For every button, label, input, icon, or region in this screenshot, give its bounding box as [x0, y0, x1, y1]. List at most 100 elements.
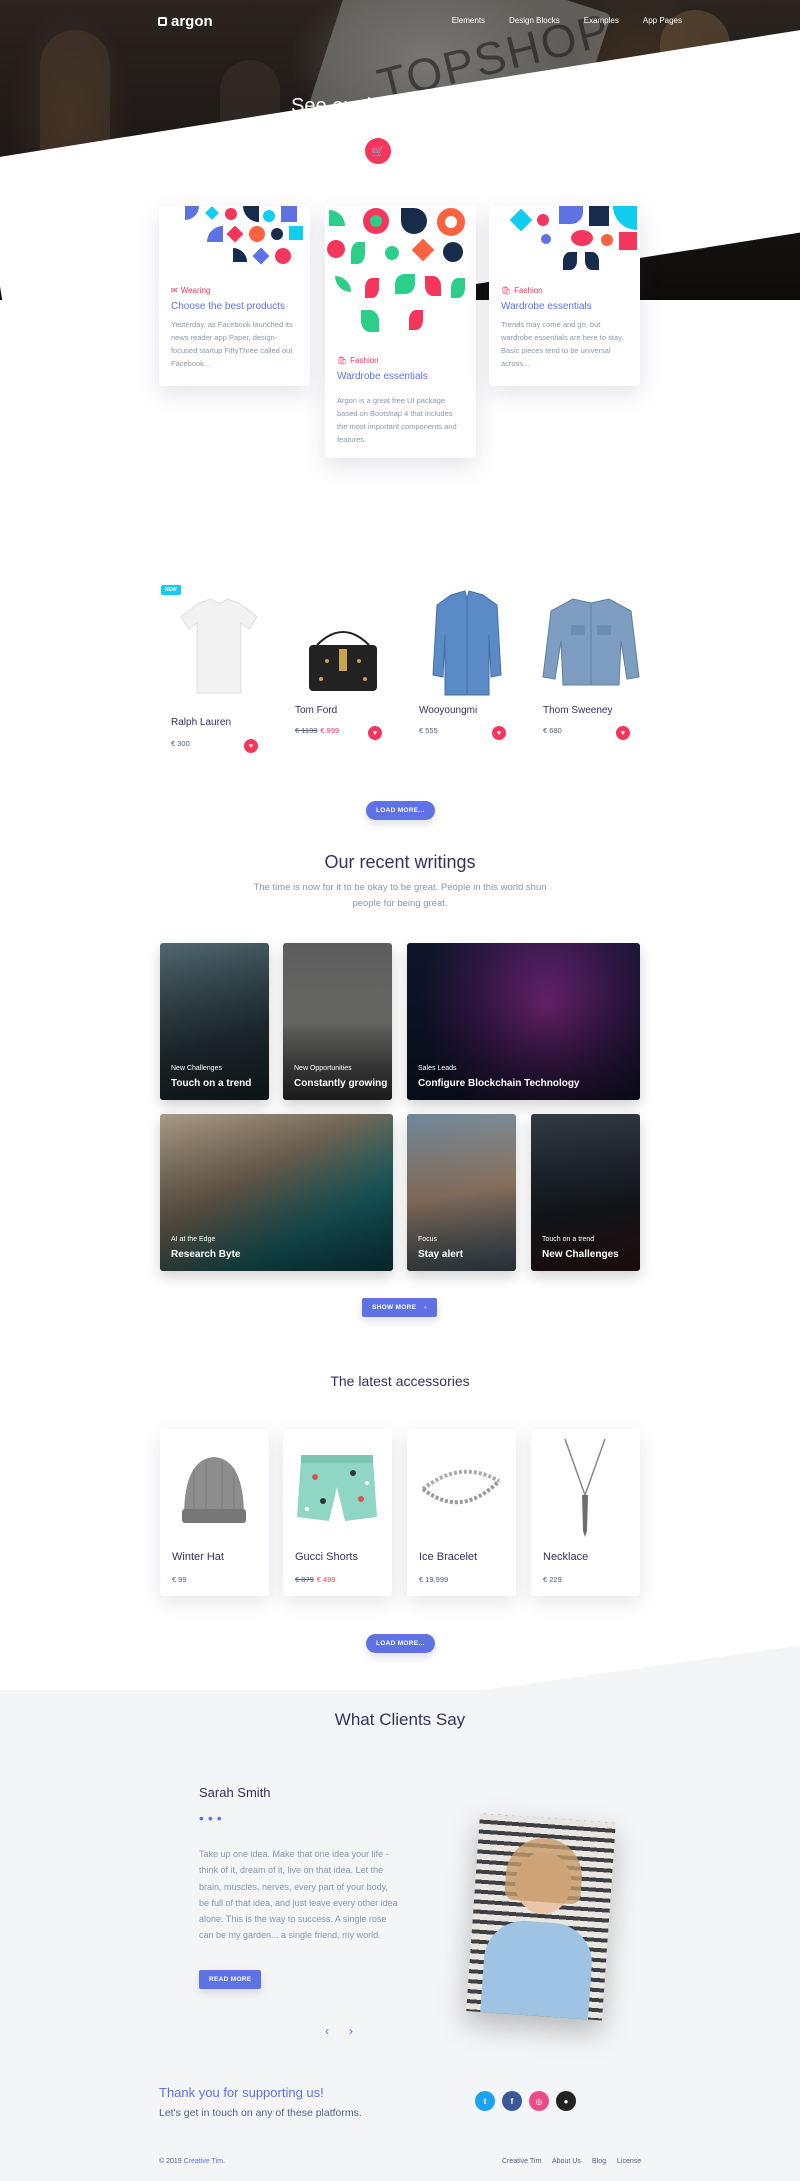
ice-bracelet-image: [421, 1469, 501, 1505]
load-more-products-button[interactable]: LOAD MORE...: [366, 801, 435, 820]
heart-icon[interactable]: ♥: [244, 739, 258, 753]
card-category: 🛍 Fashion: [337, 356, 464, 365]
card-title[interactable]: Choose the best products: [171, 301, 298, 312]
accessory-card-3[interactable]: Ice Bracelet € 19,999: [407, 1429, 516, 1596]
tile-subtitle: Sales Leads: [418, 1065, 457, 1072]
nav-link-examples[interactable]: Examples: [584, 16, 619, 25]
argon-logo-icon: [158, 17, 167, 26]
dribbble-icon[interactable]: ◎: [529, 2091, 549, 2111]
card-text: Argon is a great free UI package based o…: [337, 396, 457, 444]
copyright-text: © 2019: [159, 2158, 182, 2165]
black-handbag-image: [309, 631, 377, 691]
show-more-label: SHOW MORE: [372, 1304, 417, 1311]
hero-title: See our latest collection!: [291, 95, 509, 117]
tile-subtitle: New Challenges: [171, 1065, 222, 1072]
writings-title: Our recent writings: [324, 852, 476, 872]
accessory-name[interactable]: Winter Hat: [172, 1551, 224, 1563]
twitter-icon[interactable]: t: [475, 2091, 495, 2111]
copyright-link[interactable]: Creative Tim: [184, 2158, 223, 2165]
category-card-1[interactable]: ✉ Wearing Choose the best products Yester…: [159, 206, 310, 386]
accessory-price: € 229: [543, 1575, 562, 1584]
product-name[interactable]: Tom Ford: [295, 705, 337, 716]
footer-subtitle: Let's get in touch on any of these platf…: [159, 2107, 362, 2119]
product-price: € 999: [320, 726, 340, 735]
nav-link-elements[interactable]: Elements: [452, 16, 485, 25]
tile-subtitle: New Opportunities: [294, 1065, 352, 1072]
tile-title: Stay alert: [418, 1249, 464, 1260]
card-pattern-art: [325, 206, 476, 346]
accessory-card-4[interactable]: Necklace € 229: [531, 1429, 640, 1596]
shop-now-button[interactable]: 🛒 Shop Now!: [365, 138, 436, 164]
writings-lead: The time is now for it to be okay to be …: [253, 882, 547, 909]
load-more-accessories-button[interactable]: LOAD MORE...: [366, 1634, 435, 1653]
envelope-icon: ✉: [171, 286, 178, 295]
tile-subtitle: Focus: [418, 1236, 438, 1243]
product-old-price: € 1139: [295, 726, 318, 735]
github-icon[interactable]: ●: [556, 2091, 576, 2111]
footer-link-blog[interactable]: Blog: [592, 2158, 606, 2165]
nav-link-design-blocks[interactable]: Design Blocks: [509, 16, 560, 25]
product-name[interactable]: Thom Sweeney: [543, 705, 612, 716]
accessory-price: € 499: [316, 1575, 336, 1584]
accessory-name[interactable]: Gucci Shorts: [295, 1551, 358, 1563]
product-name[interactable]: Wooyoungmi: [419, 705, 477, 716]
product-card-2[interactable]: Tom Ford € 1139 € 999 ♥: [283, 585, 403, 745]
brand-name: argon: [171, 13, 213, 30]
product-price: € 555: [419, 726, 438, 735]
facebook-icon[interactable]: f: [502, 2091, 522, 2111]
accessory-card-2[interactable]: Gucci Shorts € 879 € 499: [283, 1429, 392, 1596]
card-category-label: Fashion: [514, 286, 543, 295]
card-title[interactable]: Wardrobe essentials: [501, 301, 628, 312]
accessory-name[interactable]: Ice Bracelet: [419, 1551, 477, 1563]
footer-link-about-us[interactable]: About Us: [552, 2158, 581, 2165]
writing-tile-3[interactable]: Sales Leads Configure Blockchain Technol…: [407, 943, 640, 1100]
tile-title: Touch on a trend: [171, 1078, 252, 1089]
category-card-2[interactable]: 🛍 Fashion Wardrobe essentials Argon is a …: [325, 206, 476, 458]
product-name[interactable]: Ralph Lauren: [171, 717, 231, 728]
product-card-4[interactable]: Thom Sweeney € 680 ♥: [531, 585, 651, 745]
winter-hat-image: [182, 1457, 246, 1523]
card-pattern-art: [159, 206, 310, 276]
writing-tile-4[interactable]: AI at the Edge Research Byte: [160, 1114, 393, 1271]
heart-icon[interactable]: ♥: [616, 726, 630, 740]
card-text: Trends may come and go, but wardrobe ess…: [501, 320, 624, 368]
nav-link-app-pages[interactable]: App Pages: [643, 16, 682, 25]
brand-logo[interactable]: argon: [158, 13, 213, 30]
accessory-old-price: € 879: [295, 1575, 314, 1584]
accessory-name[interactable]: Necklace: [543, 1551, 588, 1563]
testimonial-name: Sarah Smith: [199, 1785, 271, 1800]
denim-jacket-image: [542, 598, 640, 686]
writing-tile-1[interactable]: New Challenges Touch on a trend: [160, 943, 269, 1100]
carousel-next-icon[interactable]: ›: [349, 2024, 353, 2038]
product-price: € 680: [543, 726, 562, 735]
chevron-right-icon: ›: [424, 1304, 427, 1311]
bag-icon: 🛍: [337, 356, 348, 365]
bag-icon: 🛍: [501, 286, 512, 295]
heart-icon[interactable]: ♥: [368, 726, 382, 740]
footer-link-license[interactable]: License: [617, 2158, 641, 2165]
writing-tile-5[interactable]: Focus Stay alert: [407, 1114, 516, 1271]
card-pattern-art: [489, 206, 640, 276]
footer-link-creative-tim[interactable]: Creative Tim: [502, 2158, 541, 2165]
product-card-1[interactable]: NEW Ralph Lauren € 300 ♥: [159, 585, 279, 755]
product-card-3[interactable]: Wooyoungmi € 555 ♥: [407, 585, 527, 745]
carousel-prev-icon[interactable]: ‹: [325, 2024, 329, 2038]
writing-tile-6[interactable]: Touch on a trend New Challenges: [531, 1114, 640, 1271]
blue-shirt-image: [432, 590, 502, 696]
tile-title: Constantly growing: [294, 1078, 388, 1089]
accessory-card-1[interactable]: Winter Hat € 99: [160, 1429, 269, 1596]
accessories-title: The latest accessories: [330, 1373, 470, 1389]
writing-tile-2[interactable]: New Opportunities Constantly growing: [283, 943, 392, 1100]
testimonial-photo: [466, 1813, 616, 2021]
gucci-shorts-image: [297, 1455, 377, 1521]
product-price-group: € 1139 € 999: [295, 726, 339, 735]
heart-icon[interactable]: ♥: [492, 726, 506, 740]
card-title[interactable]: Wardrobe essentials: [337, 371, 464, 382]
top-nav: Elements Design Blocks Examples App Page…: [452, 16, 682, 25]
show-more-button[interactable]: SHOW MORE ›: [362, 1298, 437, 1317]
category-card-3[interactable]: 🛍 Fashion Wardrobe essentials Trends may …: [489, 206, 640, 386]
shop-now-label: Shop Now!: [397, 146, 437, 156]
accessory-price: € 19,999: [419, 1575, 449, 1584]
read-more-button[interactable]: READ MORE: [199, 1970, 262, 1989]
card-category: ✉ Wearing: [171, 286, 298, 295]
